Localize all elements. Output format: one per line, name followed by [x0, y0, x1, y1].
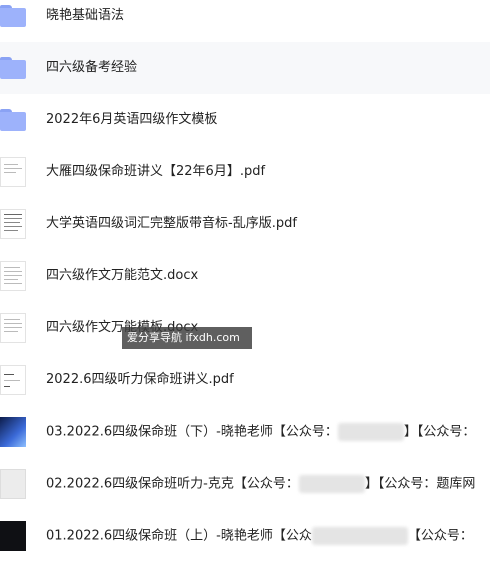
list-item[interactable]: 2022年6月英语四级作文模板 [0, 94, 490, 146]
file-name-suffix: 】【公众号：题库网 [364, 476, 476, 492]
pdf-thumbnail-icon [0, 209, 26, 239]
video-thumbnail-icon [0, 417, 26, 447]
list-item[interactable]: 01.2022.6四级保命班（上）-晓艳老师【公众 【公众号： [0, 510, 490, 562]
video-thumbnail-icon [0, 469, 26, 499]
redacted-text [298, 475, 365, 493]
file-name: 2022.6四级听力保命班讲义.pdf [46, 372, 234, 387]
file-name-prefix: 03.2022.6四级保命班（下）-晓艳老师【公众号： [46, 424, 338, 440]
list-item[interactable]: 大学英语四级词汇完整版带音标-乱序版.pdf [0, 198, 490, 250]
list-item[interactable]: 2022.6四级听力保命班讲义.pdf [0, 354, 490, 406]
pdf-thumbnail-icon [0, 157, 26, 187]
file-name: 四六级备考经验 [46, 60, 138, 75]
watermark-label: 爱分享导航 ifxdh.com [122, 327, 252, 349]
list-item[interactable]: 四六级作文万能范文.docx [0, 250, 490, 302]
file-name: 四六级作文万能范文.docx [46, 268, 199, 283]
folder-icon [0, 109, 26, 131]
docx-thumbnail-icon [0, 313, 26, 343]
video-thumbnail-icon [0, 521, 26, 551]
file-name: 2022年6月英语四级作文模板 [46, 112, 218, 127]
redacted-text [337, 423, 404, 441]
file-name: 晓艳基础语法 [46, 8, 125, 23]
file-name-prefix: 01.2022.6四级保命班（上）-晓艳老师【公众 [46, 528, 312, 544]
file-name-suffix: 】【公众号： [403, 424, 476, 440]
file-name: 03.2022.6四级保命班（下）-晓艳老师【公众号： 】【公众号： [46, 423, 475, 442]
list-item[interactable]: 四六级备考经验 [0, 42, 490, 94]
file-name: 大学英语四级词汇完整版带音标-乱序版.pdf [46, 216, 297, 231]
pdf-thumbnail-icon [0, 365, 26, 395]
folder-icon [0, 57, 26, 79]
list-item[interactable]: 03.2022.6四级保命班（下）-晓艳老师【公众号： 】【公众号： [0, 406, 490, 458]
list-item[interactable]: 晓艳基础语法 [0, 0, 490, 42]
file-name: 02.2022.6四级保命班听力-克克【公众号： 】【公众号：题库网 [46, 475, 475, 494]
file-name: 01.2022.6四级保命班（上）-晓艳老师【公众 【公众号： [46, 527, 473, 546]
list-item[interactable]: 02.2022.6四级保命班听力-克克【公众号： 】【公众号：题库网 [0, 458, 490, 510]
list-item[interactable]: 大雁四级保命班讲义【22年6月】.pdf [0, 146, 490, 198]
folder-icon [0, 5, 26, 27]
docx-thumbnail-icon [0, 261, 26, 291]
file-name-suffix: 【公众号： [407, 528, 473, 544]
file-name-prefix: 02.2022.6四级保命班听力-克克【公众号： [46, 476, 299, 492]
file-name: 大雁四级保命班讲义【22年6月】.pdf [46, 164, 266, 179]
redacted-text [311, 527, 408, 545]
